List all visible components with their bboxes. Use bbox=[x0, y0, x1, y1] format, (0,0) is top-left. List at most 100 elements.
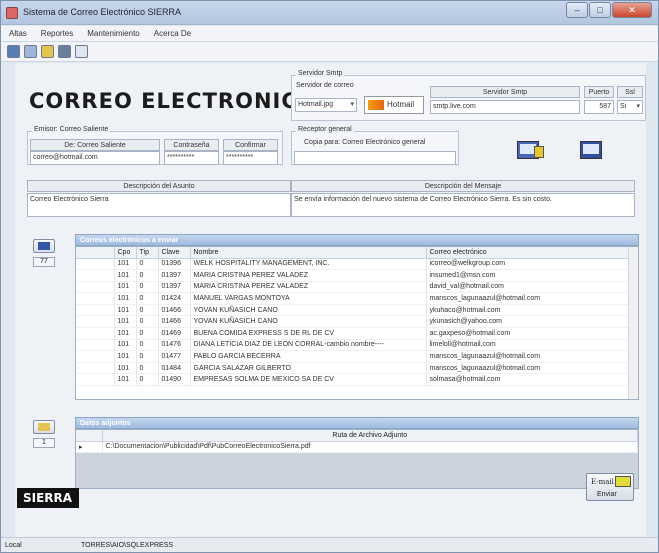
table-row[interactable]: 101 0 01484 GARCIA SALAZAR GILBERTO manscos_… bbox=[76, 362, 638, 375]
menu-reportes[interactable]: Reportes bbox=[41, 26, 73, 41]
row-selector[interactable] bbox=[76, 327, 115, 340]
confirm-password-input[interactable]: ********** bbox=[223, 151, 278, 165]
table-row[interactable]: 101 0 01469 BUENA COMIDA EXPRESS S DE RL DE… bbox=[76, 327, 638, 340]
col-correo[interactable]: Correo electrónico bbox=[426, 247, 638, 259]
mail-server-select[interactable]: Hotmail.jpg ▾ bbox=[295, 98, 357, 112]
load-recipients-button[interactable] bbox=[33, 239, 55, 253]
sender-email-header: De: Correo Saliente bbox=[30, 139, 160, 151]
cell-nombre: MARIA CRISTINA PEREZ VALADEZ bbox=[190, 269, 427, 282]
cell-correo: manscos_lagunaazul@hotmail.com bbox=[426, 362, 638, 375]
port-input[interactable]: 587 bbox=[584, 100, 614, 114]
status-local: Local bbox=[5, 542, 22, 549]
cell-clave: 01484 bbox=[158, 362, 191, 375]
cell-tip: 0 bbox=[136, 281, 159, 294]
table-row[interactable]: 101 0 01396 WELK HOSPITALITY MANAGEMENT, IN… bbox=[76, 258, 638, 271]
cell-nombre: DIANA LETICIA DIAZ DE LEON CORRAL-cambio… bbox=[190, 339, 427, 352]
chevron-down-icon: ▾ bbox=[350, 101, 354, 108]
minimize-button[interactable]: – bbox=[566, 2, 588, 18]
page-title: CORREO ELECTRONICO bbox=[29, 89, 317, 113]
password-input[interactable]: ********** bbox=[164, 151, 219, 165]
table-row[interactable]: 101 0 01424 MANUEL VARGAS MONTOYA manscos_la… bbox=[76, 292, 638, 305]
table-row[interactable]: 101 0 01490 EMPRESAS SOLMA DE MEXICO SA DE … bbox=[76, 373, 638, 387]
cell-cpo: 101 bbox=[114, 362, 137, 375]
document-icon[interactable] bbox=[75, 45, 88, 58]
cell-nombre: YOVAN KUÑASICH CANO bbox=[190, 304, 427, 317]
status-server: TORRES\AIO\SQLEXPRESS bbox=[81, 542, 174, 549]
cell-clave: 01466 bbox=[158, 304, 191, 317]
subject-input[interactable]: Correo Electrónico Sierra bbox=[27, 193, 291, 217]
toolbar bbox=[1, 42, 658, 62]
ssl-select[interactable]: Si ▾ bbox=[617, 100, 643, 114]
table-row[interactable]: 101 0 01476 DIANA LETICIA DIAZ DE LEON CORR… bbox=[76, 339, 638, 352]
cell-clave: 01477 bbox=[158, 350, 191, 363]
main-window: Sistema de Correo Electrónico SIERRA – □… bbox=[0, 0, 659, 553]
table-row[interactable]: 101 0 01397 MARIA CRISTINA PEREZ VALADEZ dav… bbox=[76, 281, 638, 294]
print-icon[interactable] bbox=[58, 45, 71, 58]
receiver-legend: Receptor general bbox=[296, 126, 354, 133]
row-selector[interactable] bbox=[76, 258, 115, 271]
cell-nombre: YOVAN KUÑASICH CANO bbox=[190, 315, 427, 329]
window-title: Sistema de Correo Electrónico SIERRA bbox=[23, 7, 182, 17]
send-monitor-icon[interactable] bbox=[517, 141, 544, 159]
cell-clave: 01397 bbox=[158, 281, 191, 294]
message-input[interactable]: Se envía información del nuevo sistema d… bbox=[291, 193, 635, 217]
table-row[interactable]: 101 0 01466 YOVAN KUÑASICH CANO ykunasich@ya… bbox=[76, 315, 638, 329]
cell-cpo: 101 bbox=[114, 373, 137, 387]
window-icon[interactable] bbox=[24, 45, 37, 58]
row-selector[interactable] bbox=[76, 339, 115, 352]
col-selector bbox=[76, 430, 103, 442]
table-row[interactable]: 101 0 01397 MARIA CRISTINA PEREZ VALADEZ ins… bbox=[76, 269, 638, 282]
row-selector[interactable] bbox=[76, 281, 115, 294]
folder-icon[interactable] bbox=[41, 45, 54, 58]
cell-tip: 0 bbox=[136, 258, 159, 271]
row-pointer-icon: ▸ bbox=[76, 441, 103, 454]
send-label: Enviar bbox=[597, 491, 617, 498]
row-selector[interactable] bbox=[76, 350, 115, 363]
copy-to-input[interactable] bbox=[294, 151, 456, 165]
smtp-server-input[interactable]: smtp.live.com bbox=[430, 100, 580, 114]
table-row[interactable]: 101 0 01477 PABLO GARCIA BECERRA manscos_lag… bbox=[76, 350, 638, 363]
row-selector[interactable] bbox=[76, 315, 115, 329]
content-panel: CORREO ELECTRONICO Servidor Smtp Servido… bbox=[15, 63, 646, 538]
user-icon[interactable] bbox=[7, 45, 20, 58]
cell-cpo: 101 bbox=[114, 339, 137, 352]
col-cpo[interactable]: Cpo bbox=[114, 247, 137, 259]
cell-correo: manscos_lagunaazul@hotmail.com bbox=[426, 292, 638, 305]
cell-nombre: MARIA CRISTINA PEREZ VALADEZ bbox=[190, 281, 427, 294]
maximize-button[interactable]: □ bbox=[589, 2, 611, 18]
menu-altas[interactable]: Altas bbox=[9, 26, 27, 41]
cell-clave: 01397 bbox=[158, 269, 191, 282]
cell-cpo: 101 bbox=[114, 269, 137, 282]
attachments-section-title: Datos adjuntos bbox=[75, 417, 639, 429]
table-row[interactable]: 101 0 01466 YOVAN KUÑASICH CANO ykuhaco@hotm… bbox=[76, 304, 638, 317]
row-selector[interactable] bbox=[76, 269, 115, 282]
status-bar: Local TORRES\AIO\SQLEXPRESS bbox=[1, 537, 658, 552]
monitor-icon[interactable] bbox=[580, 141, 602, 159]
row-selector[interactable] bbox=[76, 373, 115, 387]
add-attachment-button[interactable] bbox=[33, 420, 55, 434]
row-selector[interactable] bbox=[76, 292, 115, 305]
sender-email-input[interactable]: correo@hotmail.com bbox=[30, 151, 160, 165]
mail-server-label: Servidor de correo bbox=[296, 82, 354, 89]
col-nombre[interactable]: Nombre bbox=[190, 247, 427, 259]
recipients-scrollbar[interactable] bbox=[628, 247, 638, 399]
cell-tip: 0 bbox=[136, 362, 159, 375]
send-email-button[interactable]: E-mail Enviar bbox=[586, 473, 634, 501]
cell-nombre: GARCIA SALAZAR GILBERTO bbox=[190, 362, 427, 375]
cell-tip: 0 bbox=[136, 304, 159, 317]
menu-acerca-de[interactable]: Acerca De bbox=[154, 26, 191, 41]
col-clave[interactable]: Clave bbox=[158, 247, 191, 259]
close-button[interactable]: ✕ bbox=[612, 2, 652, 18]
menu-mantenimiento[interactable]: Mantenimiento bbox=[87, 26, 139, 41]
col-tip[interactable]: Tip bbox=[136, 247, 159, 259]
row-selector[interactable] bbox=[76, 304, 115, 317]
row-selector[interactable] bbox=[76, 362, 115, 375]
cell-tip: 0 bbox=[136, 339, 159, 352]
attachments-grid: Ruta de Archivo Adjunto ▸ C:\Documentaci… bbox=[75, 429, 639, 489]
hotmail-button[interactable]: Hotmail bbox=[364, 96, 424, 114]
attachment-row[interactable]: ▸ C:\Documentacion\Publicidad\Pdf\PubCor… bbox=[76, 441, 638, 454]
cell-cpo: 101 bbox=[114, 304, 137, 317]
cell-nombre: BUENA COMIDA EXPRESS S DE RL DE CV bbox=[190, 327, 427, 340]
col-ruta[interactable]: Ruta de Archivo Adjunto bbox=[102, 430, 638, 442]
cell-correo: limeloll@hotmail.com bbox=[426, 339, 638, 352]
